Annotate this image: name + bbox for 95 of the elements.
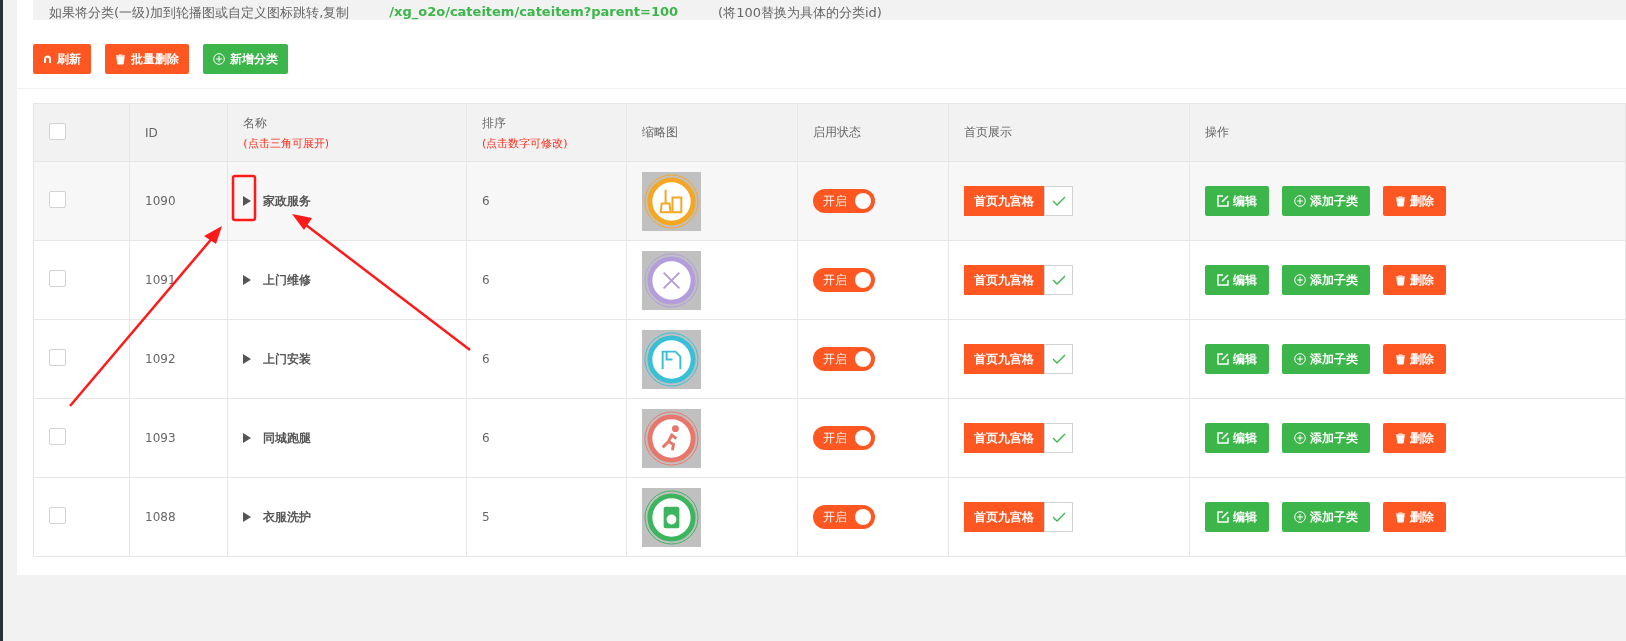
trash-icon: [1395, 353, 1407, 365]
edit-button[interactable]: 编辑: [1205, 265, 1270, 295]
id-cell: 1090: [145, 194, 176, 208]
add-button[interactable]: 添加子类: [1282, 502, 1371, 532]
column-header: 首页展示: [964, 124, 1014, 141]
column-hint: (点击数字可修改): [482, 135, 569, 151]
status-toggle[interactable]: 开启: [813, 505, 876, 529]
plus-circle-icon: [1294, 432, 1307, 444]
row-checkbox[interactable]: [49, 270, 66, 287]
add-button[interactable]: 添加子类: [1282, 265, 1371, 295]
column-header: ID: [145, 125, 159, 140]
refresh-button[interactable]: 刷新: [33, 44, 91, 74]
row-checkbox[interactable]: [49, 428, 66, 445]
checkmark-icon: [1051, 354, 1066, 364]
sort-cell[interactable]: 6: [482, 431, 490, 445]
home-checkbox[interactable]: [1044, 186, 1074, 216]
trash-icon: [1395, 274, 1407, 286]
category-name: 上门安装: [263, 350, 312, 368]
row-checkbox[interactable]: [49, 507, 66, 524]
home-checkbox[interactable]: [1044, 502, 1074, 532]
home-grid-button[interactable]: 首页九宫格: [964, 423, 1045, 453]
status-toggle[interactable]: 开启: [813, 347, 876, 371]
caret-right-icon[interactable]: [243, 196, 252, 206]
home-grid-button[interactable]: 首页九宫格: [964, 502, 1045, 532]
home-grid-button[interactable]: 首页九宫格: [964, 344, 1045, 374]
checkmark-icon: [1051, 433, 1066, 443]
trash-icon: [1395, 511, 1407, 523]
notice-note: (将100替换为具体的分类id): [718, 4, 882, 20]
edit-button[interactable]: 编辑: [1205, 186, 1270, 216]
checkmark-icon: [1051, 196, 1066, 206]
sort-cell[interactable]: 5: [482, 510, 490, 524]
status-toggle[interactable]: 开启: [813, 189, 876, 213]
home-grid-button[interactable]: 首页九宫格: [964, 265, 1045, 295]
notice-link[interactable]: /xg_o2o/cateitem/cateitem?parent=100: [389, 4, 679, 20]
row-checkbox[interactable]: [49, 191, 66, 208]
caret-right-icon[interactable]: [243, 354, 252, 364]
caret-right-icon[interactable]: [243, 433, 252, 443]
checkmark-icon: [1051, 275, 1066, 285]
status-toggle[interactable]: 开启: [813, 268, 876, 292]
status-toggle[interactable]: 开启: [813, 426, 876, 450]
id-cell: 1088: [145, 510, 176, 524]
delete-button[interactable]: 删除: [1383, 186, 1447, 216]
edit-icon: [1217, 432, 1230, 444]
add-button[interactable]: 添加子类: [1282, 344, 1371, 374]
trash-icon: [115, 53, 126, 65]
plus-circle-icon: [213, 53, 225, 65]
add-button[interactable]: 添加子类: [1282, 186, 1371, 216]
add-button[interactable]: 新增分类: [203, 44, 288, 74]
column-header: 启用状态: [813, 124, 863, 141]
checkmark-icon: [1051, 512, 1066, 522]
home-checkbox[interactable]: [1044, 423, 1074, 453]
edit-button[interactable]: 编辑: [1205, 344, 1270, 374]
edit-icon: [1217, 511, 1230, 523]
plus-circle-icon: [1294, 511, 1307, 523]
column-header: 缩略图: [641, 124, 679, 141]
delete-button[interactable]: 删除: [1383, 502, 1447, 532]
column-header: 名称: [243, 114, 269, 132]
category-name: 衣服洗护: [263, 508, 312, 526]
edit-icon: [1217, 274, 1230, 286]
delete-button[interactable]: 删除: [1383, 423, 1447, 453]
id-cell: 1092: [145, 352, 176, 366]
column-hint: (点击三角可展开): [243, 135, 330, 151]
trash-icon: [1395, 432, 1407, 444]
caret-right-icon[interactable]: [243, 275, 252, 285]
edit-button[interactable]: 编辑: [1205, 502, 1270, 532]
delete-button[interactable]: 删除: [1383, 265, 1447, 295]
plus-circle-icon: [1294, 353, 1307, 365]
column-header: 排序: [482, 114, 507, 132]
column-header: 操作: [1205, 124, 1231, 141]
sort-cell[interactable]: 6: [482, 194, 490, 208]
plus-circle-icon: [1294, 195, 1307, 207]
sort-cell[interactable]: 6: [482, 273, 490, 287]
sort-cell[interactable]: 6: [482, 352, 490, 366]
home-grid-button[interactable]: 首页九宫格: [964, 186, 1045, 216]
id-cell: 1091: [145, 273, 176, 287]
category-name: 家政服务: [263, 192, 312, 210]
delete-button[interactable]: 删除: [1383, 344, 1447, 374]
category-name: 同城跑腿: [263, 429, 312, 447]
category-name: 上门维修: [263, 271, 312, 289]
trash-icon: [1395, 195, 1407, 207]
caret-right-icon[interactable]: [243, 512, 252, 522]
home-checkbox[interactable]: [1044, 265, 1074, 295]
edit-icon: [1217, 195, 1230, 207]
plus-circle-icon: [1294, 274, 1307, 286]
highlight-frame: [231, 174, 257, 222]
home-checkbox[interactable]: [1044, 344, 1074, 374]
refresh-icon: [43, 54, 52, 64]
delete-button[interactable]: 批量删除: [105, 44, 189, 74]
add-button[interactable]: 添加子类: [1282, 423, 1371, 453]
id-cell: 1093: [145, 431, 176, 445]
row-checkbox[interactable]: [49, 349, 66, 366]
select-all-checkbox[interactable]: [49, 122, 66, 140]
edit-button[interactable]: 编辑: [1205, 423, 1270, 453]
edit-icon: [1217, 353, 1230, 365]
notice-text: 如果将分类(一级)加到轮播图或自定义图标跳转,复制: [49, 4, 350, 20]
